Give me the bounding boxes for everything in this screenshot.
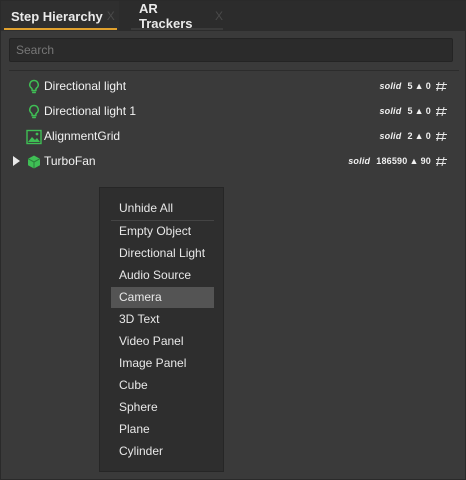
menu-item-empty-object[interactable]: Empty Object <box>111 221 214 242</box>
menu-item-audio-source[interactable]: Audio Source <box>111 265 214 286</box>
triangle-icon: ▲ <box>409 156 419 166</box>
tab-label: AR Trackers <box>139 1 193 31</box>
render-mode: solid <box>348 156 371 166</box>
context-menu: Unhide All Empty Object Directional Ligh… <box>99 187 224 472</box>
hierarchy-row-directional-light-1[interactable]: Directional light 1 solid 5 ▲ 0 <box>1 101 466 123</box>
wireframe-icon[interactable] <box>436 106 447 116</box>
triangle-count: 0 <box>425 81 431 91</box>
step-hierarchy-panel: Step Hierarchy X AR Trackers X Direction… <box>0 0 466 480</box>
hierarchy-row-directional-light[interactable]: Directional light solid 5 ▲ 0 <box>1 76 466 98</box>
tab-close-icon[interactable]: X <box>215 9 223 23</box>
triangle-icon: ▲ <box>414 81 424 91</box>
row-stats: solid 5 ▲ 0 <box>379 81 447 91</box>
search-input[interactable] <box>10 39 452 61</box>
menu-item-unhide-all[interactable]: Unhide All <box>111 198 214 219</box>
tab-label: Step Hierarchy <box>11 8 103 24</box>
wireframe-icon[interactable] <box>436 81 447 91</box>
menu-item-image-panel[interactable]: Image Panel <box>111 353 214 374</box>
render-mode: solid <box>379 106 402 116</box>
active-tab-indicator <box>4 28 117 30</box>
wireframe-icon[interactable] <box>436 156 447 166</box>
vertex-count: 5 <box>407 81 413 91</box>
menu-item-camera[interactable]: Camera <box>111 287 214 308</box>
triangle-count: 90 <box>420 156 431 166</box>
menu-item-directional-light[interactable]: Directional Light <box>111 243 214 264</box>
menu-item-plane[interactable]: Plane <box>111 419 214 440</box>
row-stats: solid 2 ▲ 0 <box>379 131 447 141</box>
menu-item-cube[interactable]: Cube <box>111 375 214 396</box>
triangle-icon: ▲ <box>414 131 424 141</box>
tab-step-hierarchy[interactable]: Step Hierarchy X <box>1 1 119 31</box>
tab-ar-trackers[interactable]: AR Trackers X <box>129 1 223 31</box>
light-bulb-icon <box>29 79 39 94</box>
light-bulb-icon <box>29 104 39 119</box>
tab-indicator <box>131 28 223 30</box>
search-box <box>9 38 453 62</box>
triangle-icon: ▲ <box>414 106 424 116</box>
hierarchy-row-turbofan[interactable]: TurboFan solid 186590 ▲ 90 <box>1 151 466 173</box>
triangle-count: 0 <box>425 131 431 141</box>
image-icon <box>26 129 42 145</box>
menu-item-video-panel[interactable]: Video Panel <box>111 331 214 352</box>
row-name: Directional light <box>44 79 127 93</box>
tab-bar: Step Hierarchy X AR Trackers X <box>1 1 466 31</box>
vertex-count: 5 <box>407 106 413 116</box>
row-stats: solid 186590 ▲ 90 <box>348 156 447 166</box>
row-stats: solid 5 ▲ 0 <box>379 106 447 116</box>
triangle-count: 0 <box>425 106 431 116</box>
cube-icon <box>27 155 41 169</box>
wireframe-icon[interactable] <box>436 131 447 141</box>
render-mode: solid <box>379 81 402 91</box>
row-name: AlignmentGrid <box>44 129 121 143</box>
divider <box>9 70 459 71</box>
expand-arrow-icon[interactable] <box>13 156 20 166</box>
render-mode: solid <box>379 131 402 141</box>
row-name: TurboFan <box>44 154 96 168</box>
hierarchy-row-alignmentgrid[interactable]: AlignmentGrid solid 2 ▲ 0 <box>1 126 466 148</box>
row-name: Directional light 1 <box>44 104 137 118</box>
tab-close-icon[interactable]: X <box>107 9 115 23</box>
menu-item-3d-text[interactable]: 3D Text <box>111 309 214 330</box>
menu-item-cylinder[interactable]: Cylinder <box>111 441 214 462</box>
vertex-count: 2 <box>407 131 413 141</box>
menu-item-sphere[interactable]: Sphere <box>111 397 214 418</box>
vertex-count: 186590 <box>376 156 408 166</box>
